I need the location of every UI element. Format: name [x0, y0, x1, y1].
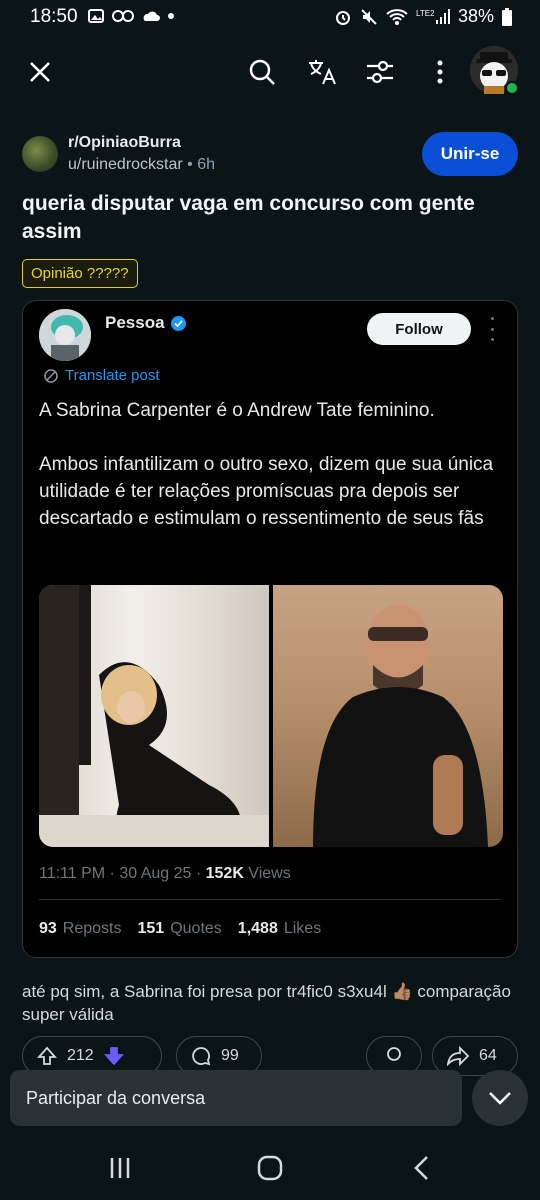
- status-bar: 18:50 LTE2 38%: [0, 0, 540, 36]
- translate-icon: [309, 60, 336, 85]
- subreddit-avatar[interactable]: [22, 136, 58, 172]
- recent-apps-button[interactable]: [100, 1150, 140, 1186]
- signal-icon: LTE2: [416, 8, 450, 24]
- join-button[interactable]: Unir-se: [422, 132, 518, 176]
- tweet-photo-left: [39, 585, 269, 847]
- notification-icons: [88, 9, 174, 23]
- battery-percent: 38%: [457, 6, 494, 26]
- likes-count: 1,488: [237, 920, 278, 937]
- tweet-follow-button: Follow: [367, 313, 471, 345]
- more-options-button[interactable]: [418, 50, 462, 94]
- reposts-count: 93: [39, 920, 57, 937]
- translate-post-label: Translate post: [65, 367, 160, 384]
- post-time: 6h: [197, 156, 216, 173]
- status-time: 18:50: [30, 6, 78, 27]
- user-avatar[interactable]: [470, 46, 519, 95]
- tweet-reposts: 93 Reposts: [39, 920, 122, 938]
- tweet-likes: 1,488 Likes: [238, 920, 321, 938]
- more-notifications-dot: [168, 13, 174, 19]
- tweet-author: Pessoa: [105, 313, 186, 333]
- tune-icon: [367, 60, 393, 84]
- share-icon: [447, 1046, 469, 1066]
- meta-separator: •: [187, 156, 193, 173]
- svg-text:LTE2: LTE2: [416, 9, 435, 18]
- tweet-avatar-image: [39, 309, 91, 361]
- tweet-author-avatar: [39, 309, 91, 361]
- tweet-text: A Sabrina Carpenter é o Andrew Tate femi…: [39, 397, 499, 559]
- post-flair[interactable]: Opinião ?????: [22, 259, 138, 288]
- filter-button[interactable]: [358, 50, 402, 94]
- close-button[interactable]: [18, 50, 62, 94]
- mute-icon: [361, 8, 377, 25]
- tweet-translate: Translate post: [43, 367, 160, 384]
- search-button[interactable]: [240, 50, 284, 94]
- home-button[interactable]: [250, 1150, 290, 1186]
- tweet-photo-right: [273, 585, 503, 847]
- upvote-icon[interactable]: [37, 1046, 57, 1066]
- tweet-stats: 93 Reposts 151 Quotes 1,488 Likes: [39, 920, 321, 938]
- gallery-icon: [88, 9, 104, 23]
- comment-icon: [192, 1047, 211, 1066]
- more-vertical-icon: [437, 60, 443, 84]
- chevron-down-icon: [489, 1092, 511, 1105]
- embedded-tweet-image[interactable]: Pessoa Follow Translate post A Sabrina C…: [22, 300, 518, 958]
- post-header: r/OpiniaoBurra u/ruinedrockstar • 6h Uni…: [22, 128, 522, 188]
- tweet-author-name: Pessoa: [105, 313, 165, 332]
- quotes-label: Quotes: [170, 920, 222, 937]
- comment-count: 99: [221, 1047, 239, 1064]
- close-icon: [30, 62, 50, 82]
- back-icon: [414, 1156, 428, 1180]
- translate-globe-icon: [44, 368, 58, 383]
- post-title: queria disputar vaga em concurso com gen…: [22, 192, 475, 243]
- back-button[interactable]: [402, 1150, 442, 1186]
- tweet-timestamp: 11:11 PM · 30 Aug 25 ·: [39, 865, 206, 882]
- translate-button[interactable]: [300, 50, 344, 94]
- tweet-more-icon: [487, 317, 497, 341]
- search-icon: [249, 59, 275, 85]
- subreddit-name[interactable]: r/OpiniaoBurra: [68, 134, 181, 152]
- verified-badge-icon: [170, 315, 186, 331]
- join-conversation-input[interactable]: Participar da conversa: [10, 1070, 462, 1126]
- app-bar: [0, 40, 540, 110]
- tweet-views-label: Views: [243, 865, 291, 882]
- reposts-label: Reposts: [62, 920, 122, 937]
- post-meta: u/ruinedrockstar • 6h: [68, 156, 215, 174]
- tweet-images: [39, 585, 503, 847]
- upvote-count: 212: [67, 1047, 94, 1064]
- online-status-dot: [505, 81, 519, 95]
- downvote-icon[interactable]: [103, 1046, 124, 1066]
- tweet-quotes: 151 Quotes: [138, 920, 222, 938]
- weather-icon: [143, 11, 160, 21]
- award-icon: [387, 1047, 401, 1061]
- quotes-count: 151: [137, 920, 165, 937]
- wifi-icon: [386, 8, 408, 25]
- post-body-text: até pq sim, a Sabrina foi presa por tr4f…: [22, 982, 511, 1024]
- author-name[interactable]: u/ruinedrockstar: [68, 156, 183, 173]
- home-icon: [257, 1155, 283, 1181]
- alarm-icon: [335, 10, 350, 25]
- battery-icon: [502, 7, 512, 26]
- tweet-paragraph-2: Ambos infantilizam o outro sexo, dizem q…: [39, 454, 494, 529]
- system-navigation-bar: [0, 1136, 540, 1200]
- tweet-divider: [39, 899, 501, 900]
- tweet-views-count: 152K: [205, 865, 244, 882]
- tweet-paragraph-1: A Sabrina Carpenter é o Andrew Tate femi…: [39, 400, 435, 421]
- likes-label: Likes: [283, 920, 322, 937]
- app-notification-icon: [112, 10, 134, 22]
- collapse-button[interactable]: [472, 1070, 528, 1126]
- share-count: 64: [479, 1047, 497, 1064]
- system-icons: LTE2 38%: [334, 6, 512, 27]
- tweet-meta: 11:11 PM · 30 Aug 25 · 152K Views: [39, 865, 291, 883]
- recent-apps-icon: [110, 1158, 130, 1178]
